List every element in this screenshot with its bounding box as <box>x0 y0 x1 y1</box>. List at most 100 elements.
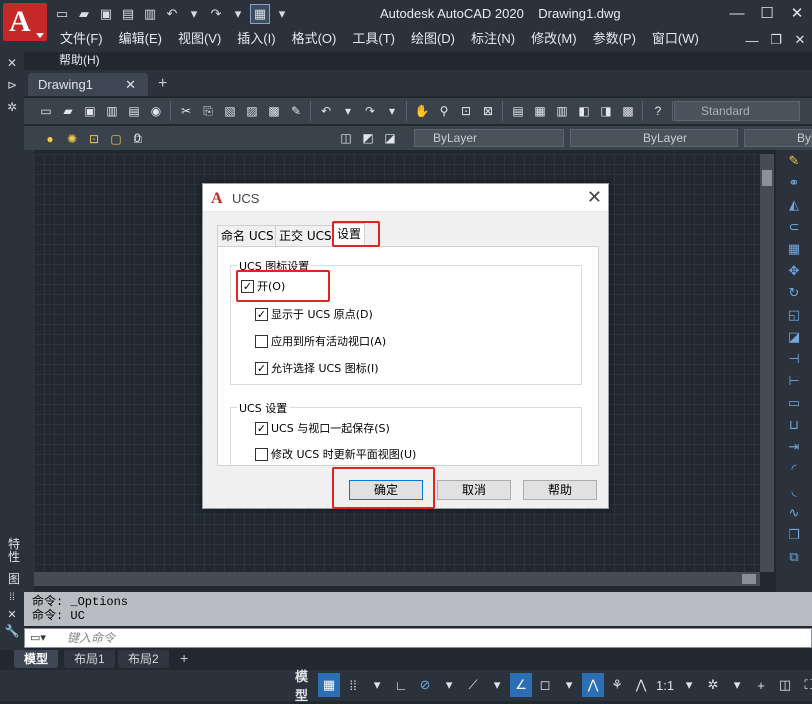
model-space-button[interactable]: 模型 <box>292 669 316 703</box>
workspace-icon[interactable]: ▦ <box>250 4 270 24</box>
markup-icon[interactable]: ◨ <box>596 101 616 121</box>
close-icon[interactable]: ✕ <box>782 0 812 26</box>
checkbox-box[interactable]: ✓ <box>255 421 268 435</box>
pan-icon[interactable]: ✋ <box>412 101 432 121</box>
menu-dimension[interactable]: 标注(N) <box>463 29 523 51</box>
chevron-down-icon[interactable]: ▾ <box>726 673 748 697</box>
menu-tools[interactable]: 工具(T) <box>344 29 403 51</box>
block-icon[interactable]: ▩ <box>264 101 284 121</box>
zoom-realtime-icon[interactable]: ⚲ <box>434 101 454 121</box>
cut-icon[interactable]: ✂ <box>176 101 196 121</box>
close-icon[interactable]: ✕ <box>0 608 24 624</box>
gear-icon[interactable]: ✲ <box>702 673 724 697</box>
isodraft-icon[interactable]: ⟋ <box>462 673 484 697</box>
break-icon[interactable]: ▭ <box>776 392 812 414</box>
stretch-icon[interactable]: ◪ <box>776 326 812 348</box>
checkbox-display-at-origin[interactable]: ✓ 显示于 UCS 原点(D) <box>255 306 373 322</box>
move-icon[interactable]: ✥ <box>776 260 812 282</box>
layer-select[interactable]: 0 <box>134 129 141 147</box>
color-select[interactable]: ByLayer <box>414 129 564 147</box>
checkbox-allow-select-icon[interactable]: ✓ 允许选择 UCS 图标(I) <box>255 360 379 376</box>
horizontal-scrollbar[interactable] <box>34 572 760 586</box>
zoom-window-icon[interactable]: ⊡ <box>456 101 476 121</box>
chevron-down-icon[interactable]: ▾ <box>366 673 388 697</box>
redo-icon[interactable]: ↷ <box>206 4 226 24</box>
menu-window[interactable]: 窗口(W) <box>644 29 707 51</box>
rotate-icon[interactable]: ↻ <box>776 282 812 304</box>
bulb-icon[interactable]: ● <box>40 129 60 149</box>
chevron-down-icon[interactable]: ▾ <box>678 673 700 697</box>
object-track-icon[interactable]: ∠ <box>510 673 533 697</box>
auto-scale-icon[interactable]: ⚘ <box>606 673 628 697</box>
text-style-select[interactable]: Standard <box>674 101 800 121</box>
spline-icon[interactable]: ∿ <box>776 502 812 524</box>
sheet-set-icon[interactable]: ◧ <box>574 101 594 121</box>
tab-layout1[interactable]: 布局1 <box>64 650 115 668</box>
open-icon[interactable]: ▰ <box>74 4 94 24</box>
extend-icon[interactable]: ⊢ <box>776 370 812 392</box>
cancel-button[interactable]: 取消 <box>437 480 511 500</box>
tab-drawing1[interactable]: Drawing1 ✕ <box>28 73 148 96</box>
restore-icon[interactable]: ❐ <box>764 29 788 51</box>
close-icon[interactable]: ✕ <box>788 29 812 51</box>
layer-previous-icon[interactable]: ◪ <box>380 128 400 148</box>
chevron-down-icon[interactable]: ▾ <box>486 673 508 697</box>
vertical-scrollbar[interactable] <box>760 154 774 572</box>
checkbox-box[interactable] <box>255 334 268 348</box>
save-icon[interactable]: ▣ <box>96 4 116 24</box>
menu-view[interactable]: 视图(V) <box>170 29 229 51</box>
scroll-thumb[interactable] <box>742 574 756 584</box>
add-layout-icon[interactable]: + <box>180 650 188 666</box>
menu-format[interactable]: 格式(O) <box>284 29 345 51</box>
paste-icon[interactable]: ▧ <box>220 101 240 121</box>
help-icon[interactable]: ? <box>648 101 668 121</box>
print-icon[interactable]: ▥ <box>140 4 160 24</box>
mirror-icon[interactable]: ◭ <box>776 194 812 216</box>
menu-modify[interactable]: 修改(M) <box>523 29 585 51</box>
undo-icon[interactable]: ↶ <box>162 4 182 24</box>
menu-parametric[interactable]: 参数(P) <box>585 29 644 51</box>
fullscreen-icon[interactable]: ⛶ <box>798 673 812 697</box>
pin-icon[interactable]: ⊳ <box>0 74 24 96</box>
layer-properties-icon[interactable]: ◫ <box>336 128 356 148</box>
grip-icon[interactable]: ⁞⁞ <box>0 592 24 608</box>
application-menu-button[interactable]: A <box>3 3 47 41</box>
menu-help[interactable]: 帮助(H) <box>52 52 100 68</box>
chamfer-icon[interactable]: ⇥ <box>776 436 812 458</box>
properties-icon[interactable]: ▤ <box>508 101 528 121</box>
wrench-icon[interactable]: 🔧 <box>0 624 24 642</box>
osnap-icon[interactable]: ◻ <box>534 673 556 697</box>
menu-draw[interactable]: 绘图(D) <box>403 29 463 51</box>
plot-layer-icon[interactable]: ▢ <box>106 129 126 149</box>
menu-file[interactable]: 文件(F) <box>52 29 111 51</box>
scale-icon[interactable]: ◱ <box>776 304 812 326</box>
chevron-down-icon[interactable]: ▾ <box>272 4 292 24</box>
sun-icon[interactable]: ✺ <box>62 129 82 149</box>
close-icon[interactable]: ✕ <box>125 73 136 96</box>
preview-icon[interactable]: ▤ <box>124 101 144 121</box>
chevron-down-icon[interactable]: ▾ <box>338 101 358 121</box>
close-icon[interactable]: ✕ <box>0 52 24 74</box>
plot-icon[interactable]: ▥ <box>102 101 122 121</box>
grid-icon[interactable]: ▦ <box>318 673 341 697</box>
new-tab-icon[interactable]: + <box>158 73 167 95</box>
command-input[interactable]: 键入命令 <box>24 628 812 648</box>
linetype-select[interactable]: ByLayer <box>570 129 738 147</box>
minimize-icon[interactable]: — <box>740 29 764 51</box>
new-icon[interactable]: ▭ <box>36 101 56 121</box>
undo-icon[interactable]: ↶ <box>316 101 336 121</box>
snap-icon[interactable]: ⁞⁞ <box>342 673 364 697</box>
menu-insert[interactable]: 插入(I) <box>229 29 283 51</box>
tab-layout2[interactable]: 布局2 <box>118 650 169 668</box>
calculator-icon[interactable]: ▩ <box>618 101 638 121</box>
redo-icon[interactable]: ↷ <box>360 101 380 121</box>
trim-icon[interactable]: ⊣ <box>776 348 812 370</box>
chevron-down-icon[interactable]: ▾ <box>184 4 204 24</box>
menu-edit[interactable]: 编辑(E) <box>111 29 170 51</box>
checkbox-box[interactable] <box>255 447 268 461</box>
design-center-icon[interactable]: ▦ <box>530 101 550 121</box>
panel-label[interactable]: 图 <box>8 570 20 587</box>
scroll-thumb[interactable] <box>762 170 772 186</box>
minimize-icon[interactable]: — <box>722 0 752 26</box>
checkbox-update-plan-view[interactable]: 修改 UCS 时更新平面视图(U) <box>255 446 416 462</box>
